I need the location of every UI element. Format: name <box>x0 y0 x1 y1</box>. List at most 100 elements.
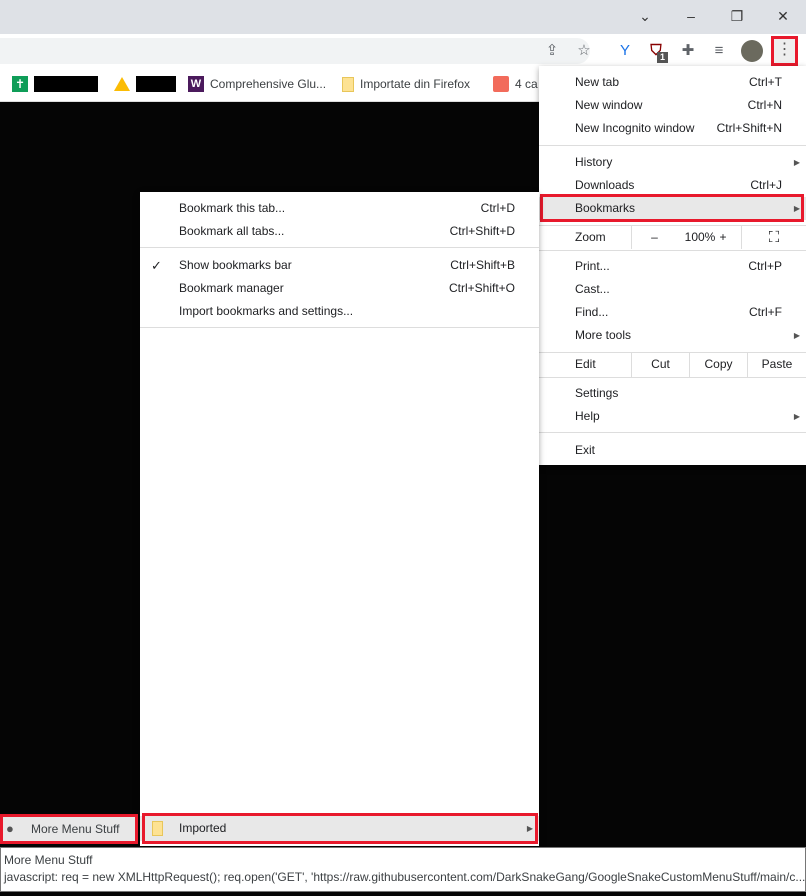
paste-button[interactable]: Paste <box>747 353 806 377</box>
menu-text: Ctrl+Shift+O <box>448 281 515 295</box>
drive-icon <box>114 77 130 91</box>
close-button[interactable]: ✕ <box>760 4 806 28</box>
menu-text: More tools <box>575 328 632 342</box>
ublock-icon[interactable]: ⛉ 1 <box>645 40 668 63</box>
title-bar: ⌄ – ❐ ✕ <box>0 0 806 34</box>
bookmark-item[interactable]: W Comprehensive Glu... <box>188 74 326 94</box>
star-icon[interactable]: ☆ <box>573 40 595 62</box>
menu-print[interactable]: Print... Ctrl+P <box>539 255 806 278</box>
menu-text: Edit <box>575 357 596 371</box>
menu-text: Ctrl+Shift+N <box>716 121 782 135</box>
globe-icon: ● <box>6 821 14 836</box>
bookmarks-submenu: Bookmark this tab... Ctrl+D Bookmark all … <box>140 192 539 846</box>
bookmark-item[interactable]: 4 ca <box>493 74 538 94</box>
zoom-out-button[interactable]: – <box>631 226 677 249</box>
menu-zoom: Zoom – 100% + ⛶ <box>539 226 806 249</box>
menu-text: ▶ <box>793 158 800 167</box>
menu-settings[interactable]: Settings <box>539 382 806 405</box>
menu-text: History <box>575 155 613 169</box>
tab-search-button[interactable]: ⌄ <box>622 4 668 28</box>
menu-text: New Incognito window <box>575 121 695 135</box>
menu-new-window[interactable]: New window Ctrl+N <box>539 94 806 117</box>
highlight-box <box>142 813 538 844</box>
divider <box>539 432 806 433</box>
menu-text: Downloads <box>575 178 635 192</box>
redacted-label <box>34 76 98 92</box>
media-icon[interactable]: ≡ <box>708 40 730 62</box>
cut-button[interactable]: Cut <box>631 353 689 377</box>
bookmark-redacted-2[interactable] <box>114 74 176 94</box>
divider <box>539 377 806 378</box>
menu-bookmark-tab[interactable]: Bookmark this tab... Ctrl+D <box>140 197 539 220</box>
menu-text: Show bookmarks bar <box>179 258 292 272</box>
menu-new-tab[interactable]: New tab Ctrl+T <box>539 71 806 94</box>
restore-button[interactable]: ❐ <box>714 4 760 28</box>
menu-exit[interactable]: Exit <box>539 439 806 462</box>
menu-text: Ctrl+T <box>749 75 782 89</box>
bookmark-label: Comprehensive Glu... <box>210 77 327 91</box>
divider <box>539 250 806 251</box>
menu-text: Zoom <box>575 230 606 244</box>
menu-text: Ctrl+Shift+B <box>450 258 515 272</box>
divider <box>140 247 539 248</box>
menu-text: Settings <box>575 386 619 400</box>
bookmark-folder[interactable]: Importate din Firefox <box>342 74 470 94</box>
menu-text: Ctrl+N <box>747 98 782 112</box>
menu-text: Ctrl+Shift+D <box>449 224 515 238</box>
redacted-label <box>136 76 176 92</box>
menu-edit: Edit Cut Copy Paste <box>539 353 806 377</box>
menu-new-incognito[interactable]: New Incognito window Ctrl+Shift+N <box>539 117 806 140</box>
menu-show-bookmarks-bar[interactable]: ✓ Show bookmarks bar Ctrl+Shift+B <box>140 254 539 277</box>
tooltip-title: More Menu Stuff <box>4 853 93 867</box>
bookmark-label: 4 ca <box>515 77 538 91</box>
menu-text: ▶ <box>793 412 800 421</box>
menu-import-bookmarks[interactable]: Import bookmarks and settings... <box>140 300 539 323</box>
menu-text: Ctrl+D <box>480 201 515 215</box>
menu-text: Find... <box>575 305 609 319</box>
menu-text: Ctrl+F <box>749 305 782 319</box>
tooltip-url: javascript: req = new XMLHttpRequest(); … <box>4 870 806 884</box>
menu-bookmark-all[interactable]: Bookmark all tabs... Ctrl+Shift+D <box>140 220 539 243</box>
tooltip: More Menu Stuff javascript: req = new XM… <box>0 847 806 892</box>
address-bar[interactable] <box>0 38 590 64</box>
menu-text: Exit <box>575 443 596 457</box>
menu-text: Import bookmarks and settings... <box>179 304 354 318</box>
bookmarklet-more-menu-stuff[interactable]: ● More Menu Stuff <box>0 814 138 844</box>
puzzle-icon[interactable]: ✚ <box>677 40 699 62</box>
check-icon: ✓ <box>151 258 162 273</box>
sheets-icon: ✝ <box>12 76 28 92</box>
site-icon <box>493 76 509 92</box>
w-icon: W <box>188 76 204 92</box>
avatar[interactable] <box>741 40 763 62</box>
menu-history[interactable]: History ▶ <box>539 151 806 174</box>
minimize-button[interactable]: – <box>668 4 714 28</box>
bookmark-redacted-1[interactable]: ✝ <box>12 74 98 94</box>
divider <box>539 145 806 146</box>
menu-text: Bookmark manager <box>179 281 284 295</box>
menu-text: New tab <box>575 75 620 89</box>
menu-text: Bookmark this tab... <box>179 201 286 215</box>
menu-text: Print... <box>575 259 610 273</box>
toolbar: ⇪ ☆ Y ⛉ 1 ✚ ≡ ⋮ <box>0 34 806 66</box>
extension-y-icon[interactable]: Y <box>614 40 636 62</box>
menu-text: Bookmark all tabs... <box>179 224 285 238</box>
menu-text: New window <box>575 98 643 112</box>
menu-text: ▶ <box>793 331 800 340</box>
fullscreen-icon[interactable]: ⛶ <box>741 226 806 249</box>
chrome-menu: New tab Ctrl+T New window Ctrl+N New Incog… <box>539 66 806 465</box>
menu-more-tools[interactable]: More tools ▶ <box>539 324 806 347</box>
kebab-menu-icon[interactable]: ⋮ <box>771 36 798 66</box>
menu-bookmark-manager[interactable]: Bookmark manager Ctrl+Shift+O <box>140 277 539 300</box>
copy-button[interactable]: Copy <box>689 353 747 377</box>
menu-text: Cast... <box>575 282 610 296</box>
menu-cast[interactable]: Cast... <box>539 278 806 301</box>
menu-help[interactable]: Help ▶ <box>539 405 806 428</box>
zoom-in-button[interactable]: + <box>707 226 739 249</box>
highlight-box <box>540 194 804 222</box>
menu-text: Help <box>575 409 600 423</box>
share-icon[interactable]: ⇪ <box>541 40 563 62</box>
bookmarklet-label: More Menu Stuff <box>31 822 120 836</box>
ublock-badge: 1 <box>657 52 668 63</box>
menu-find[interactable]: Find... Ctrl+F <box>539 301 806 324</box>
divider <box>140 327 539 328</box>
